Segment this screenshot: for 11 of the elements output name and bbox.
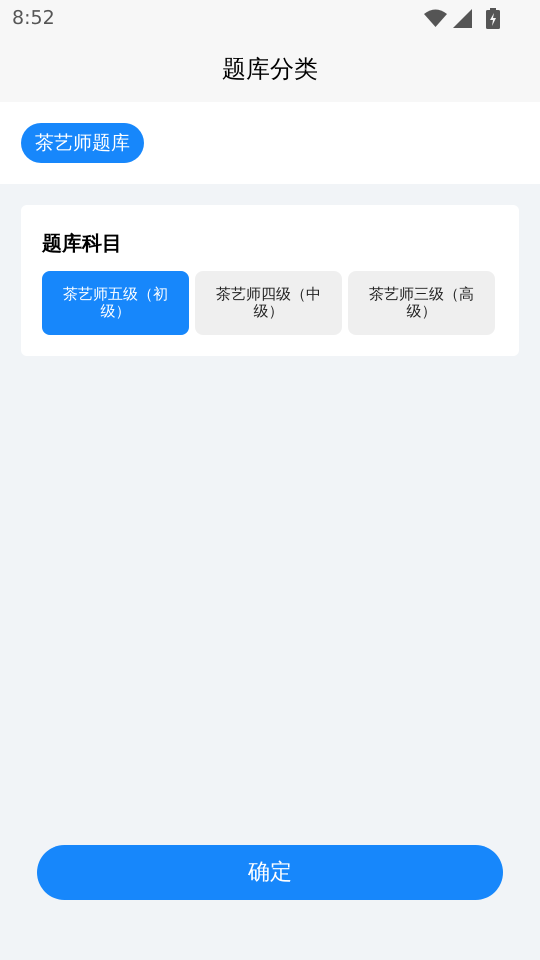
subject-option[interactable]: 茶艺师四级（中级） bbox=[195, 271, 342, 335]
status-time: 8:52 bbox=[12, 6, 55, 31]
confirm-button[interactable]: 确定 bbox=[37, 845, 503, 900]
category-chip[interactable]: 茶艺师题库 bbox=[21, 123, 144, 163]
section-title: 题库科目 bbox=[42, 230, 123, 257]
signal-icon bbox=[453, 8, 472, 28]
subject-option[interactable]: 茶艺师三级（高级） bbox=[348, 271, 495, 335]
page-title: 题库分类 bbox=[222, 54, 318, 85]
wifi-icon bbox=[424, 9, 447, 27]
subject-option[interactable]: 茶艺师五级（初级） bbox=[42, 271, 189, 335]
battery-icon bbox=[486, 8, 500, 28]
